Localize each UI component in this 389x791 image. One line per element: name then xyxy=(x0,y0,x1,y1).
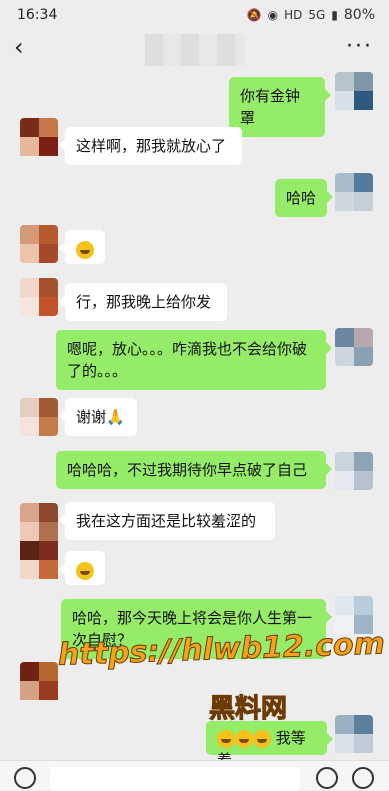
input-bar xyxy=(0,760,389,791)
watermark-name: 黑料网 xyxy=(208,694,288,725)
status-time: 16:34 xyxy=(17,7,58,23)
message-bubble-in[interactable]: 谢谢🙏 xyxy=(59,398,137,436)
message-text: 嗯呢，放心。。。咋滴我也不会给你破了的。。。 xyxy=(67,340,308,380)
signal-icon: ▮ xyxy=(331,8,338,22)
message-text: 你有金钟罩 xyxy=(240,87,301,127)
avatar-contact[interactable] xyxy=(20,225,58,263)
laugh-emoji-icon xyxy=(235,729,253,748)
message-bubble-out[interactable]: 你有金钟罩 xyxy=(229,77,331,137)
message-bubble-in[interactable] xyxy=(59,230,105,264)
status-bar: 16:34 🔕 ◉ HD 5G ▮ 80% xyxy=(0,0,389,30)
status-icons: 🔕 ◉ HD 5G ▮ 80% xyxy=(247,7,375,23)
message-text: 行，那我晚上给你发 xyxy=(76,293,212,311)
avatar-contact[interactable] xyxy=(20,278,58,316)
message-bubble-in[interactable] xyxy=(59,551,105,585)
hd-label: HD xyxy=(284,8,303,22)
message-bubble-in[interactable]: 我在这方面还是比较羞涩的 xyxy=(59,502,275,540)
laugh-emoji-icon xyxy=(76,240,94,259)
avatar-contact[interactable] xyxy=(20,662,58,706)
avatar-self[interactable] xyxy=(335,715,373,755)
message-text: 这样啊，那我就放心了 xyxy=(76,137,227,155)
avatar-contact[interactable] xyxy=(20,503,58,593)
message-bubble-out[interactable]: 哈哈 xyxy=(275,179,333,217)
laugh-emoji-icon xyxy=(253,729,271,748)
more-icon[interactable]: ··· xyxy=(346,34,373,59)
message-bubble-out[interactable]: 嗯呢，放心。。。咋滴我也不会给你破了的。。。 xyxy=(56,330,332,390)
back-icon[interactable]: ‹ xyxy=(14,33,24,61)
avatar-self[interactable] xyxy=(335,72,373,117)
wifi-icon: ◉ xyxy=(267,8,279,22)
battery-level: 80% xyxy=(343,7,375,23)
message-input[interactable] xyxy=(50,767,300,791)
message-text: 我在这方面还是比较羞涩的 xyxy=(76,512,257,530)
laugh-emoji-icon xyxy=(76,561,94,580)
mute-icon: 🔕 xyxy=(246,8,262,22)
avatar-self[interactable] xyxy=(335,452,373,490)
avatar-self[interactable] xyxy=(335,173,373,213)
message-bubble-in[interactable]: 行，那我晚上给你发 xyxy=(59,283,227,321)
avatar-self[interactable] xyxy=(335,328,373,366)
chat-header: ‹ ··· xyxy=(0,30,389,68)
message-bubble-out[interactable]: 哈哈哈，不过我期待你早点破了自己 xyxy=(56,451,332,489)
message-text: 哈哈哈，不过我期待你早点破了自己 xyxy=(67,461,308,479)
chat-title-blurred xyxy=(145,34,245,66)
plus-icon[interactable] xyxy=(352,767,374,789)
message-text: 谢谢🙏 xyxy=(76,408,125,426)
avatar-contact[interactable] xyxy=(20,118,58,170)
message-text: 哈哈 xyxy=(286,189,317,207)
message-bubble-out[interactable]: 我等着 xyxy=(206,721,333,769)
voice-icon[interactable] xyxy=(14,767,36,789)
message-bubble-in[interactable]: 这样啊，那我就放心了 xyxy=(59,127,242,165)
avatar-contact[interactable] xyxy=(20,398,58,436)
network-label: 5G xyxy=(308,8,326,22)
emoji-icon[interactable] xyxy=(316,767,338,789)
laugh-emoji-icon xyxy=(217,729,235,748)
